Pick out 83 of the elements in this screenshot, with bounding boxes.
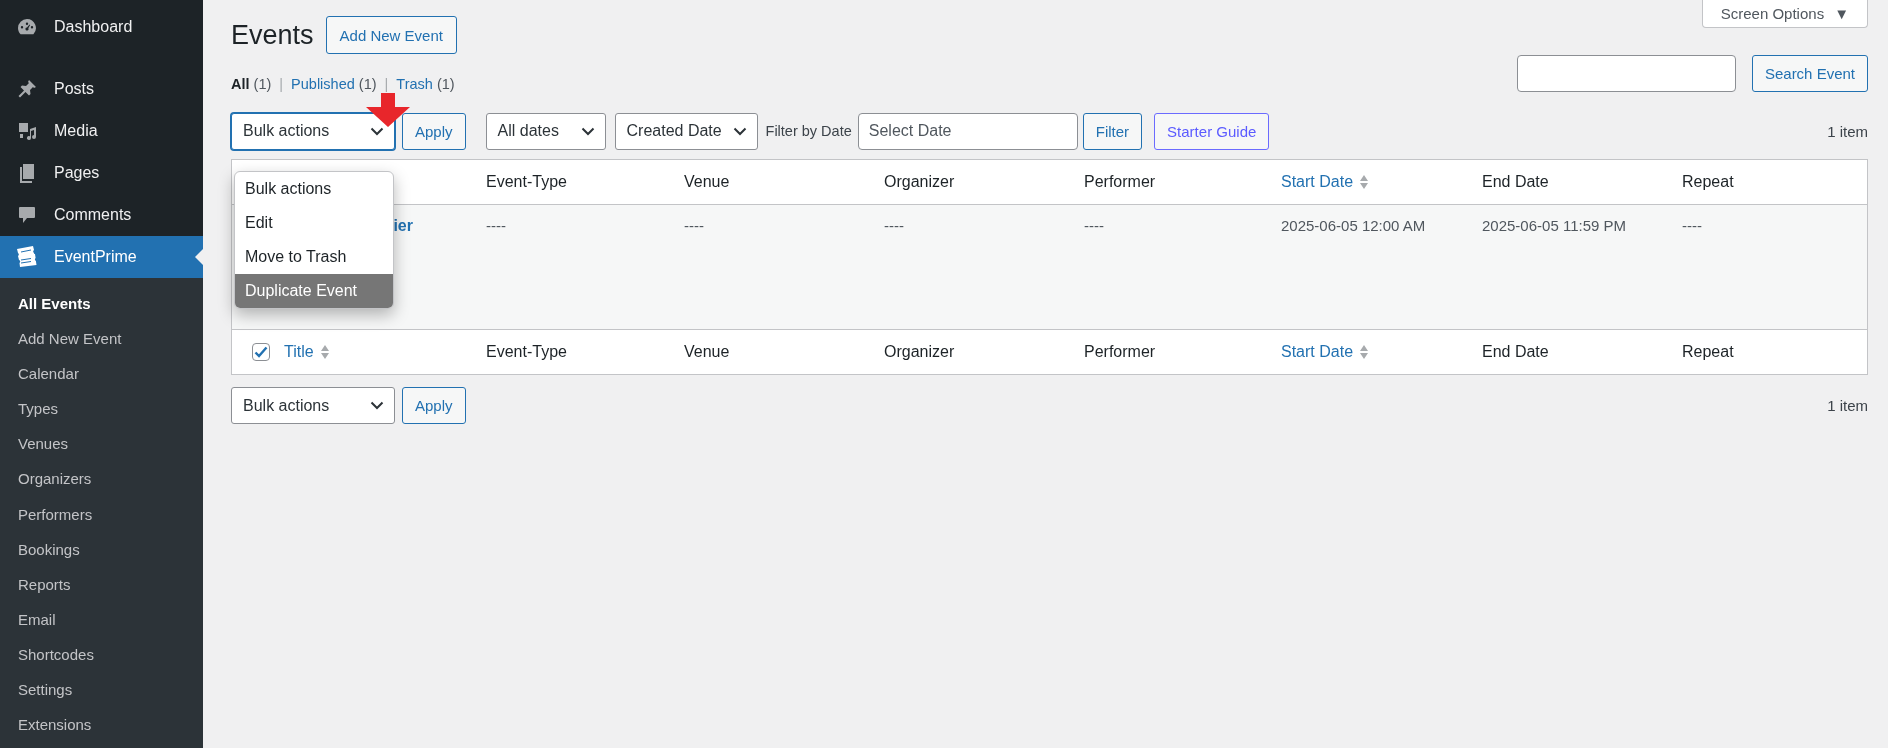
menu-option[interactable]: Move to Trash <box>235 240 393 274</box>
submenu-item[interactable]: Types <box>0 391 203 427</box>
item-count: 1 item <box>1827 122 1868 140</box>
status-link[interactable]: Published (1) <box>291 76 377 92</box>
sort-icon <box>1359 174 1370 190</box>
table-cell: ---- <box>884 217 904 234</box>
filter-button[interactable]: Filter <box>1082 112 1143 150</box>
table-cell: 2025-06-05 11:59 PM <box>1482 217 1626 234</box>
column-header: Organizer <box>884 173 955 191</box>
submenu-item[interactable]: Performers <box>0 496 203 532</box>
apply-button[interactable]: Apply <box>402 112 466 150</box>
chevron-down-icon <box>732 126 747 136</box>
dates-select[interactable]: All dates <box>485 112 606 150</box>
menu-item[interactable]: Dashboard <box>0 0 203 54</box>
chevron-down-icon <box>370 126 384 136</box>
submenu-item[interactable]: Reports <box>0 566 203 602</box>
submenu-item[interactable]: Calendar <box>0 356 203 392</box>
chevron-down-icon <box>370 401 384 410</box>
submenu-item[interactable]: Venues <box>0 426 203 462</box>
select-all-checkbox[interactable] <box>252 343 270 361</box>
column-header: Venue <box>684 173 730 191</box>
column-header: Performer <box>1084 173 1156 191</box>
search-field[interactable] <box>1516 55 1736 92</box>
menu-item[interactable]: EventPrime <box>0 236 203 278</box>
date-field[interactable]: Select Date <box>857 112 1078 150</box>
caret-icon: ▼ <box>1834 5 1849 22</box>
bulk-actions-select[interactable]: Bulk actions <box>231 387 395 424</box>
column-header: End Date <box>1482 173 1549 191</box>
item-count: 1 item <box>1827 397 1868 414</box>
menu-item[interactable]: Posts <box>0 68 203 110</box>
menu-item[interactable]: Comments <box>0 194 203 236</box>
submenu-item[interactable]: Extensions <box>0 707 203 743</box>
sort-icon <box>319 344 330 360</box>
column-header: Repeat <box>1682 343 1734 361</box>
submenu-item[interactable]: All Events <box>0 286 203 322</box>
table-cell: ---- <box>1682 217 1702 234</box>
menu-option[interactable]: Bulk actions <box>235 172 393 206</box>
status-link[interactable]: All (1) <box>231 76 272 92</box>
menu-item[interactable]: Pages <box>0 152 203 194</box>
separator: | <box>279 76 284 92</box>
submenu-item[interactable]: Add New Event <box>0 321 203 357</box>
submenu-item[interactable]: Email <box>0 601 203 637</box>
menu-option[interactable]: Edit <box>235 206 393 240</box>
separator: | <box>384 76 389 92</box>
menu-item[interactable]: Media <box>0 110 203 152</box>
chevron-down-icon <box>580 126 595 136</box>
column-header: Event-Type <box>486 173 567 191</box>
column-header: Event-Type <box>486 343 567 361</box>
add-new-event-button[interactable]: Add New Event <box>325 16 457 54</box>
pages-icon <box>17 163 37 183</box>
bulk-actions-select[interactable]: Bulk actions <box>231 112 395 150</box>
sort-icon <box>1359 344 1370 360</box>
starter-guide-button[interactable]: Starter Guide <box>1154 112 1270 150</box>
apply-button[interactable]: Apply <box>402 387 466 424</box>
search-event-button[interactable]: Search Event <box>1751 55 1868 92</box>
screen-options-tab[interactable]: Screen Options ▼ <box>1701 0 1868 28</box>
status-link[interactable]: Trash (1) <box>396 76 455 92</box>
table-cell: ---- <box>1084 217 1104 234</box>
menu-option[interactable]: Duplicate Event <box>235 274 393 308</box>
column-header[interactable]: Start Date <box>1281 173 1370 191</box>
filter-label: Filter by Date <box>765 123 852 139</box>
comment-icon <box>17 205 37 225</box>
column-header: Organizer <box>884 343 955 361</box>
column-header: End Date <box>1482 343 1549 361</box>
sort-select[interactable]: Created Date <box>614 112 758 150</box>
column-header: Performer <box>1084 343 1156 361</box>
submenu-item[interactable]: Settings <box>0 672 203 708</box>
submenu-item[interactable]: Bookings <box>0 531 203 567</box>
column-header[interactable]: Title <box>284 343 330 361</box>
page-title: Events <box>231 19 314 51</box>
submenu-item[interactable]: Shortcodes <box>0 636 203 673</box>
table-cell: 2025-06-05 12:00 AM <box>1281 217 1426 234</box>
submenu-item[interactable]: Organizers <box>0 461 203 497</box>
media-icon <box>17 121 37 141</box>
arrow-down-icon <box>366 93 410 127</box>
table-cell: ---- <box>684 217 704 234</box>
pin-icon <box>17 79 37 99</box>
column-header: Repeat <box>1682 173 1734 191</box>
table-cell: ---- <box>486 217 506 234</box>
column-header[interactable]: Start Date <box>1281 343 1370 361</box>
gauge-icon <box>17 17 37 37</box>
event-title-link[interactable]: ier <box>393 217 413 235</box>
column-header: Venue <box>684 343 730 361</box>
